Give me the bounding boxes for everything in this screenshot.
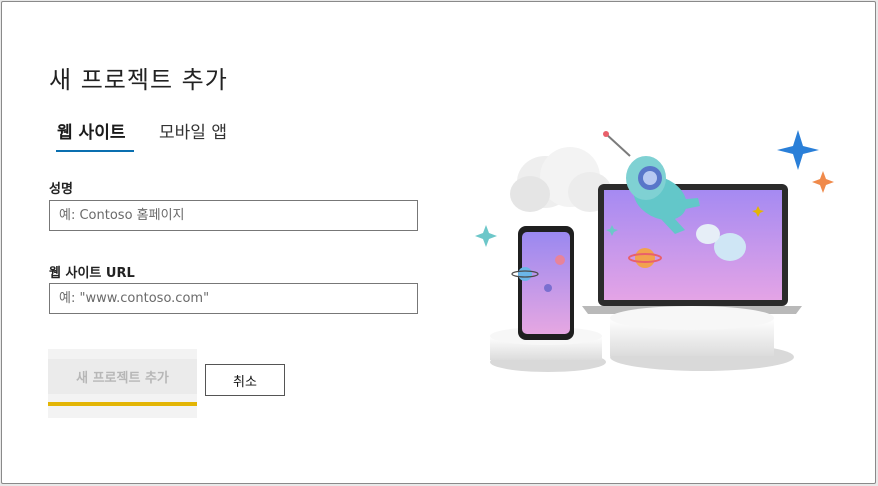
dialog-title: 새 프로젝트 추가 <box>49 66 228 94</box>
pedestal-right-icon <box>610 306 794 371</box>
website-url-label: 웹 사이트 URL <box>49 266 135 281</box>
add-project-button-focus-frame: 새 프로젝트 추가 <box>48 349 197 418</box>
name-input[interactable] <box>49 200 418 231</box>
active-tab-indicator <box>56 150 134 152</box>
add-project-button[interactable]: 새 프로젝트 추가 <box>48 359 197 394</box>
cloud-icon <box>510 147 612 212</box>
add-project-dialog: 새 프로젝트 추가 웹 사이트 모바일 앱 성명 웹 사이트 URL 새 프로젝… <box>1 1 876 484</box>
website-url-input[interactable] <box>49 283 418 314</box>
focus-bar <box>48 402 197 406</box>
cancel-button[interactable]: 취소 <box>205 364 285 396</box>
phone-icon <box>511 226 574 340</box>
tab-mobile-app[interactable]: 모바일 앱 <box>159 118 227 143</box>
tab-website[interactable]: 웹 사이트 <box>57 118 125 143</box>
name-label: 성명 <box>49 182 73 197</box>
rocket-and-devices-illustration <box>475 130 834 372</box>
